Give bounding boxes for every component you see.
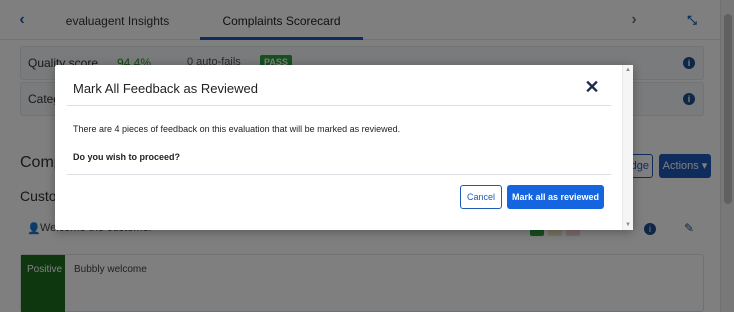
divider (67, 105, 611, 106)
dialog-question: Do you wish to proceed? (73, 152, 181, 162)
divider (67, 174, 611, 175)
dialog-scrollbar[interactable]: ▲ ▼ (622, 65, 633, 230)
scroll-up-icon[interactable]: ▲ (625, 67, 631, 73)
dialog-title: Mark All Feedback as Reviewed (73, 81, 258, 96)
mark-reviewed-dialog: Mark All Feedback as Reviewed ✕ There ar… (55, 65, 633, 230)
close-icon[interactable]: ✕ (584, 78, 600, 96)
dialog-message: There are 4 pieces of feedback on this e… (73, 124, 401, 134)
mark-all-reviewed-button[interactable]: Mark all as reviewed (507, 185, 604, 209)
cancel-button[interactable]: Cancel (460, 185, 502, 209)
scroll-down-icon[interactable]: ▼ (625, 222, 631, 228)
